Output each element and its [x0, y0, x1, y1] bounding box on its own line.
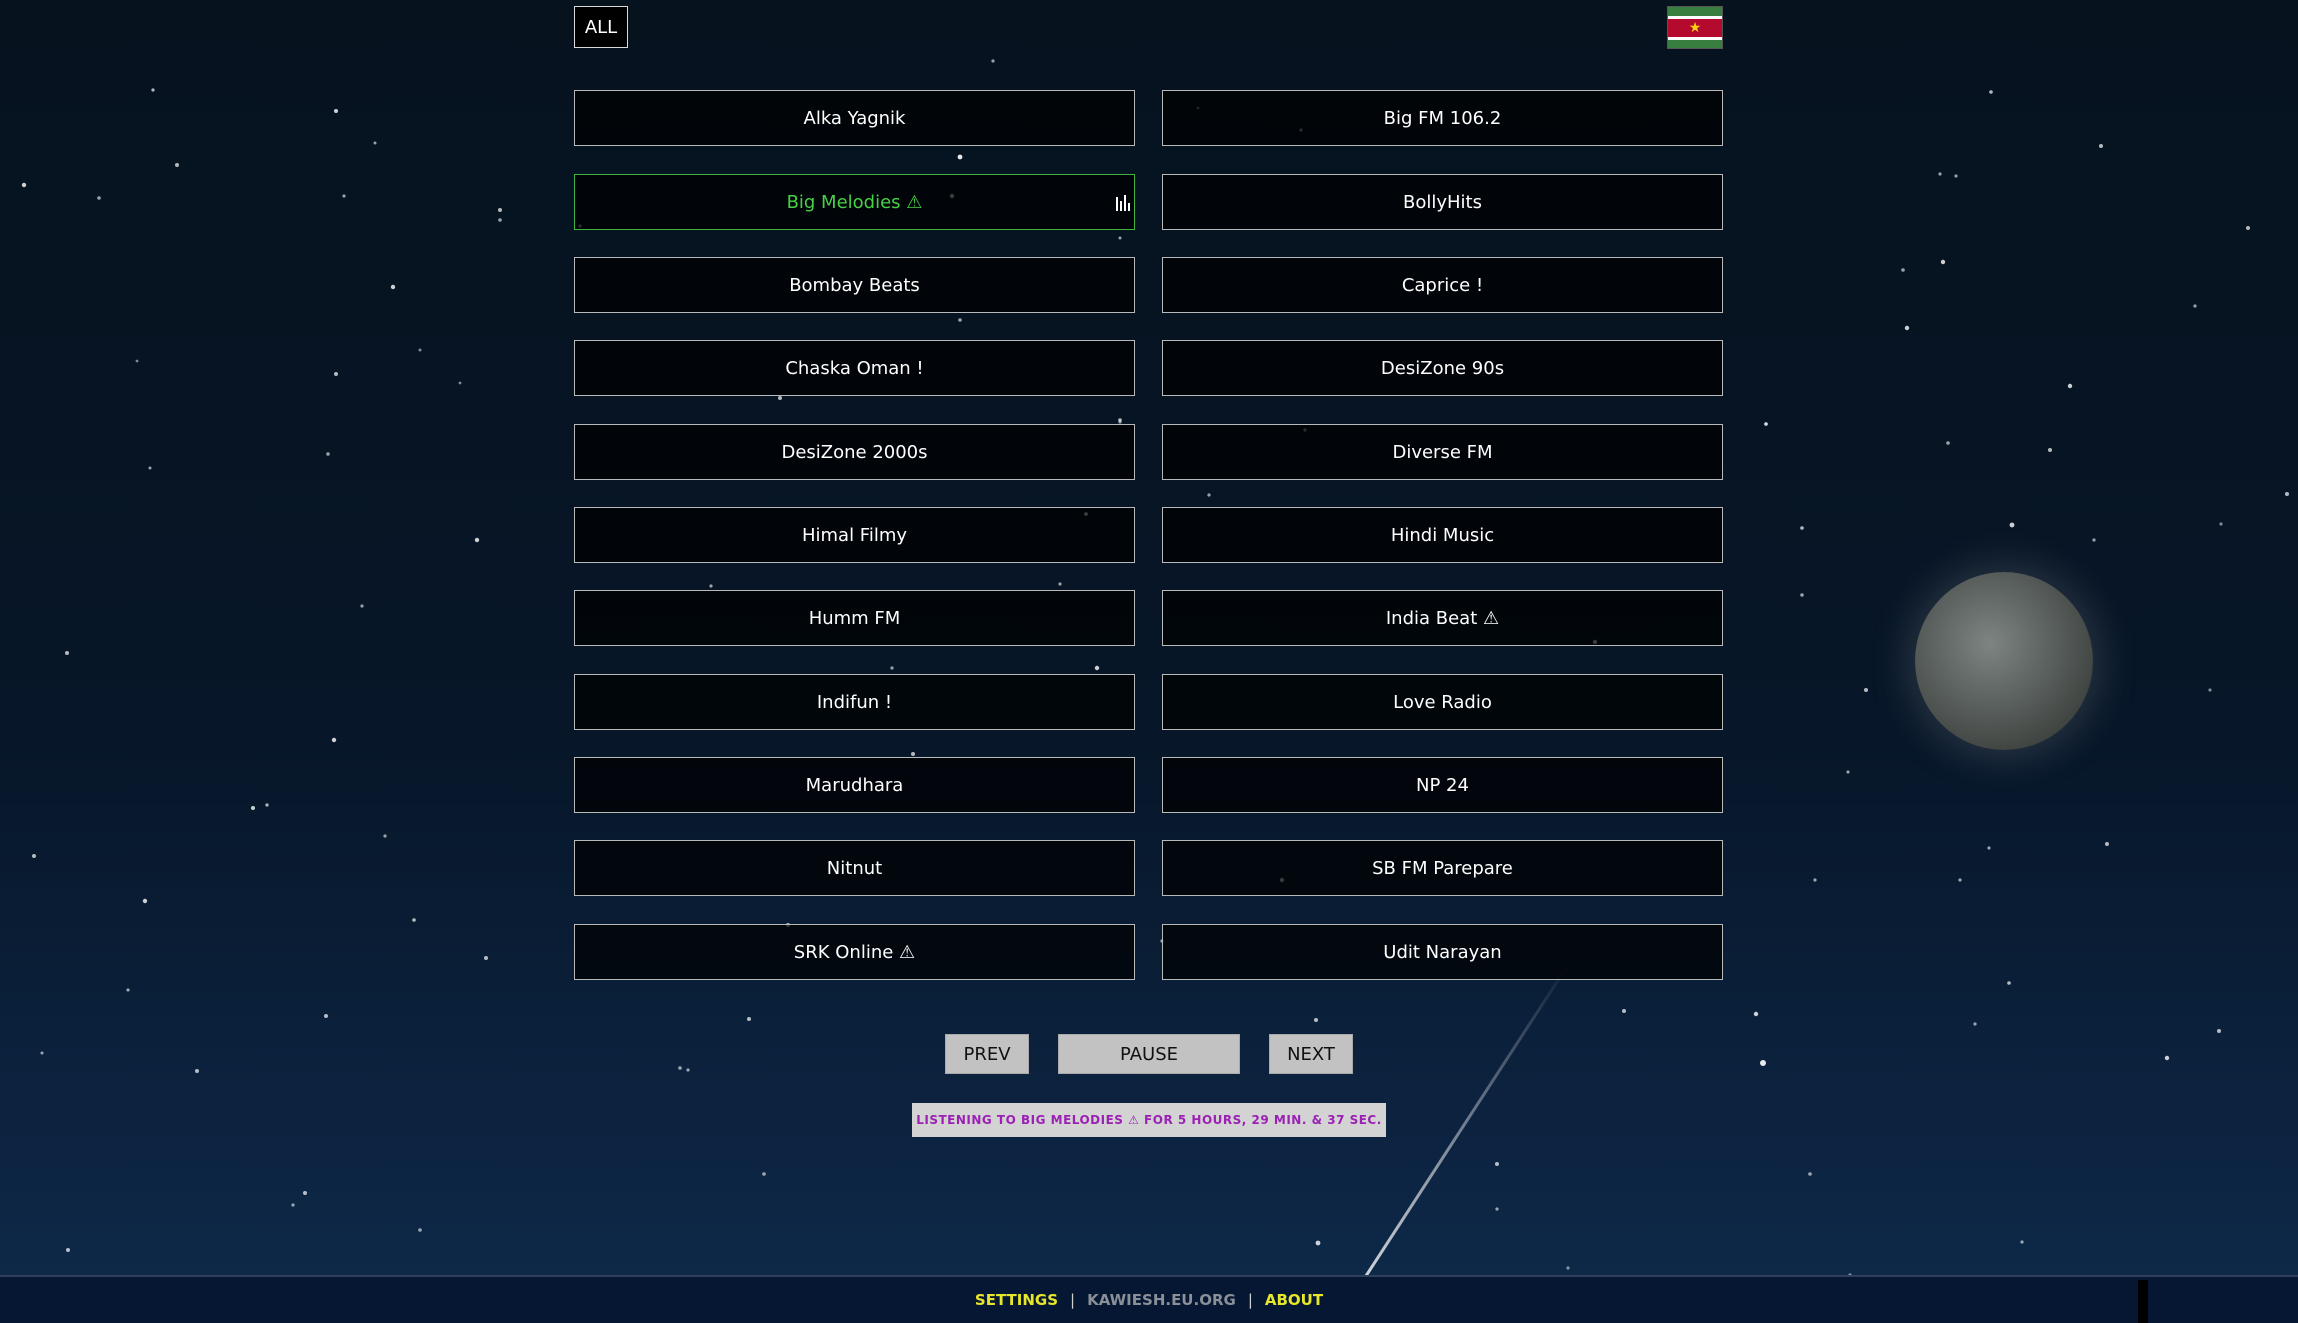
station-button[interactable]: BollyHits — [1162, 174, 1723, 230]
station-button[interactable]: Hindi Music — [1162, 507, 1723, 563]
station-button[interactable]: SB FM Parepare — [1162, 840, 1723, 896]
station-label: Himal Filmy — [801, 524, 908, 546]
station-label: Big Melodies ⚠ — [786, 191, 923, 213]
station-label: Big FM 106.2 — [1383, 107, 1502, 129]
station-button[interactable]: Chaska Oman ! — [574, 340, 1135, 396]
station-button[interactable]: Caprice ! — [1162, 257, 1723, 313]
station-label: BollyHits — [1403, 191, 1482, 213]
footer-bar: SETTINGS | KAWIESH.EU.ORG | ABOUT — [0, 1275, 2298, 1323]
station-label: SRK Online ⚠ — [793, 941, 916, 963]
station-button[interactable]: India Beat ⚠ — [1162, 590, 1723, 646]
station-label: Caprice ! — [1401, 274, 1484, 296]
station-button[interactable]: Bombay Beats — [574, 257, 1135, 313]
station-button[interactable]: Big FM 106.2 — [1162, 90, 1723, 146]
footer-separator: | — [1070, 1291, 1076, 1309]
station-button[interactable]: Nitnut — [574, 840, 1135, 896]
listening-status: LISTENING TO BIG MELODIES ⚠ FOR 5 HOURS,… — [912, 1103, 1386, 1137]
tower-silhouette-decoration — [2138, 1280, 2148, 1323]
station-button[interactable]: Marudhara — [574, 757, 1135, 813]
station-label: DesiZone 90s — [1380, 357, 1505, 379]
station-label: NP 24 — [1416, 774, 1469, 796]
site-link[interactable]: KAWIESH.EU.ORG — [1087, 1291, 1236, 1309]
flag-green-bottom-band — [1668, 40, 1722, 48]
pause-button[interactable]: PAUSE — [1058, 1034, 1240, 1074]
next-button[interactable]: NEXT — [1269, 1034, 1353, 1074]
station-button[interactable]: Alka Yagnik — [574, 90, 1135, 146]
station-button[interactable]: Udit Narayan — [1162, 924, 1723, 980]
settings-link[interactable]: SETTINGS — [975, 1291, 1058, 1309]
station-label: Nitnut — [826, 857, 883, 879]
footer-separator: | — [1247, 1291, 1253, 1309]
moon-decoration — [1915, 572, 2093, 750]
station-label: Indifun ! — [816, 691, 893, 713]
station-label: Diverse FM — [1392, 441, 1493, 463]
station-label: Chaska Oman ! — [785, 357, 924, 379]
station-button[interactable]: Humm FM — [574, 590, 1135, 646]
station-label: Love Radio — [1393, 691, 1492, 713]
station-button[interactable]: NP 24 — [1162, 757, 1723, 813]
station-label: Udit Narayan — [1383, 941, 1502, 963]
station-label: Hindi Music — [1390, 524, 1495, 546]
filter-all-button[interactable]: ALL — [574, 6, 628, 48]
station-label: Humm FM — [808, 607, 901, 629]
flag-star-icon: ★ — [1688, 20, 1702, 36]
station-label: Bombay Beats — [789, 274, 920, 296]
station-label: Marudhara — [805, 774, 904, 796]
station-button[interactable]: Diverse FM — [1162, 424, 1723, 480]
equalizer-icon — [1116, 195, 1130, 211]
station-label: India Beat ⚠ — [1385, 607, 1500, 629]
station-button[interactable]: Indifun ! — [574, 674, 1135, 730]
station-button-active[interactable]: Big Melodies ⚠ — [574, 174, 1135, 230]
suriname-flag-icon[interactable]: ★ — [1667, 6, 1723, 49]
station-button[interactable]: Himal Filmy — [574, 507, 1135, 563]
station-label: Alka Yagnik — [803, 107, 906, 129]
station-button[interactable]: Love Radio — [1162, 674, 1723, 730]
station-label: DesiZone 2000s — [781, 441, 928, 463]
station-button[interactable]: DesiZone 2000s — [574, 424, 1135, 480]
station-button[interactable]: DesiZone 90s — [1162, 340, 1723, 396]
station-label: SB FM Parepare — [1372, 857, 1513, 879]
prev-button[interactable]: PREV — [945, 1034, 1029, 1074]
station-button[interactable]: SRK Online ⚠ — [574, 924, 1135, 980]
flag-green-top-band — [1668, 7, 1722, 16]
about-link[interactable]: ABOUT — [1265, 1291, 1323, 1309]
